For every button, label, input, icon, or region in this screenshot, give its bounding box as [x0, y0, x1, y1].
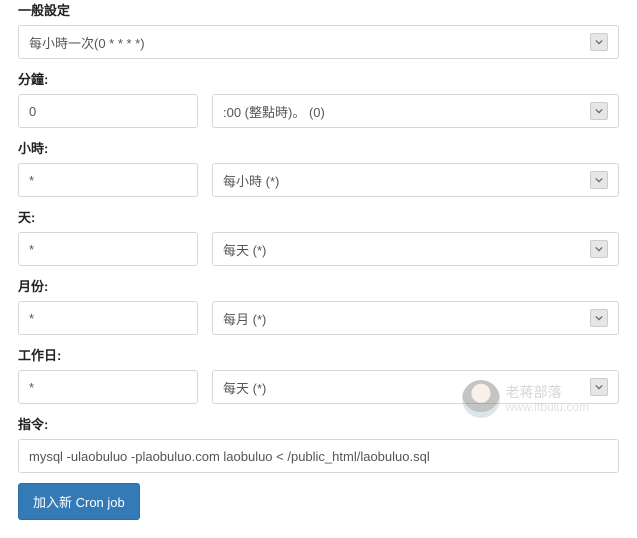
submit-button[interactable]: 加入新 Cron job: [18, 483, 140, 520]
day-select-value: 每天 (*): [223, 240, 266, 259]
weekday-select[interactable]: 每天 (*): [212, 370, 619, 404]
hour-input[interactable]: *: [18, 163, 198, 197]
chevron-down-icon: [590, 240, 608, 258]
weekday-value: *: [29, 380, 34, 395]
general-select[interactable]: 每小時一次(0 * * * *): [18, 25, 619, 59]
chevron-down-icon: [590, 309, 608, 327]
chevron-down-icon: [590, 378, 608, 396]
hour-select[interactable]: 每小時 (*): [212, 163, 619, 197]
month-select[interactable]: 每月 (*): [212, 301, 619, 335]
weekday-select-value: 每天 (*): [223, 378, 266, 397]
day-value: *: [29, 242, 34, 257]
minute-input[interactable]: 0: [18, 94, 198, 128]
chevron-down-icon: [590, 102, 608, 120]
month-value: *: [29, 311, 34, 326]
general-label: 一般設定: [18, 0, 619, 19]
command-label: 指令:: [18, 414, 619, 433]
weekday-label: 工作日:: [18, 345, 619, 364]
hour-value: *: [29, 173, 34, 188]
month-select-value: 每月 (*): [223, 309, 266, 328]
chevron-down-icon: [590, 33, 608, 51]
day-label: 天:: [18, 207, 619, 226]
hour-select-value: 每小時 (*): [223, 171, 279, 190]
minute-value: 0: [29, 104, 36, 119]
minute-label: 分鐘:: [18, 69, 619, 88]
minute-select-value: :00 (整點時)。 (0): [223, 102, 325, 121]
command-value: mysql -ulaobuluo -plaobuluo.com laobuluo…: [29, 449, 430, 464]
chevron-down-icon: [590, 171, 608, 189]
weekday-input[interactable]: *: [18, 370, 198, 404]
general-select-value: 每小時一次(0 * * * *): [29, 33, 145, 52]
minute-select[interactable]: :00 (整點時)。 (0): [212, 94, 619, 128]
command-input[interactable]: mysql -ulaobuluo -plaobuluo.com laobuluo…: [18, 439, 619, 473]
month-label: 月份:: [18, 276, 619, 295]
day-select[interactable]: 每天 (*): [212, 232, 619, 266]
hour-label: 小時:: [18, 138, 619, 157]
month-input[interactable]: *: [18, 301, 198, 335]
day-input[interactable]: *: [18, 232, 198, 266]
